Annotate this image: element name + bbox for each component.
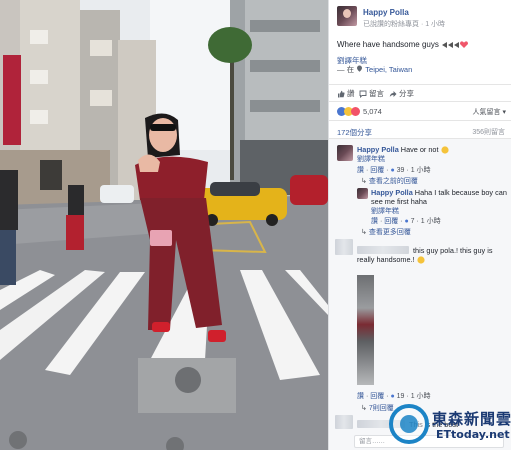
comment-author[interactable]: Happy Polla bbox=[357, 145, 399, 154]
comment-meta: 讚 · 回覆 · ● 39 · 1 小時 bbox=[357, 167, 431, 174]
comment-bubble-icon bbox=[359, 90, 367, 98]
reply-body: Happy Polla Haha I talk because boy can … bbox=[371, 188, 507, 206]
comment-text: Have or not bbox=[400, 145, 439, 154]
comment-photo[interactable] bbox=[357, 275, 374, 385]
comment-body: this guy pola.! this guy is really hands… bbox=[357, 246, 507, 264]
thumbs-up-icon: ● bbox=[390, 393, 395, 400]
page-avatar[interactable] bbox=[337, 6, 357, 26]
comment-like-link[interactable]: 讚 bbox=[357, 393, 364, 400]
comment-reply-link[interactable]: 回覆 bbox=[370, 167, 384, 174]
share-button[interactable]: 分享 bbox=[389, 88, 414, 99]
reply-arrow-icon: ↳ bbox=[361, 178, 367, 185]
comment-time: 1 小時 bbox=[410, 167, 431, 174]
ettoday-logo-icon bbox=[389, 404, 429, 444]
view-previous-replies-label: 查看之前的回覆 bbox=[368, 178, 418, 185]
blurred-avatar bbox=[335, 415, 353, 429]
view-previous-replies[interactable]: ↳ 查看之前的回覆 bbox=[361, 176, 418, 186]
reply-avatar[interactable] bbox=[357, 188, 368, 199]
location-prefix: — 在 bbox=[337, 65, 355, 74]
comment-button-label: 留言 bbox=[369, 89, 384, 98]
reply-reply-link[interactable]: 回覆 bbox=[384, 218, 398, 225]
comment-like-link[interactable]: 讚 bbox=[357, 167, 364, 174]
thumbs-up-icon: ● bbox=[390, 167, 395, 174]
reply-time: 1 小時 bbox=[420, 218, 441, 225]
thumbs-up-icon bbox=[338, 90, 345, 97]
watermark-english: ETtoday.net bbox=[436, 428, 510, 441]
map-pin-icon bbox=[357, 65, 363, 72]
street-scene bbox=[0, 0, 328, 450]
post-caption: Where have handsome guys bbox=[337, 40, 469, 49]
reply-author[interactable]: Happy Polla bbox=[371, 188, 413, 197]
reply-arrow-icon: ↳ bbox=[361, 229, 367, 236]
post-header: Happy Polla 已說讚的粉絲專頁 · 1 小時 bbox=[337, 6, 507, 32]
share-arrow-icon bbox=[389, 90, 397, 97]
comment-avatar[interactable] bbox=[337, 145, 353, 161]
location-link[interactable]: Teipei, Taiwan bbox=[365, 65, 412, 74]
like-button-label: 讚 bbox=[347, 89, 355, 98]
page-name-link[interactable]: Happy Polla bbox=[363, 8, 409, 17]
comment-like-count: 39 bbox=[396, 167, 405, 174]
comment-tag-link[interactable]: 劉譯年糕 bbox=[357, 154, 385, 164]
view-more-replies-label: 查看更多回覆 bbox=[368, 229, 411, 236]
post-photo[interactable] bbox=[0, 0, 328, 450]
comment-time: 1 小時 bbox=[410, 393, 431, 400]
smile-emoji-icon bbox=[417, 256, 425, 264]
reply-meta: 讚 · 回覆 · ● 7 · 1 小時 bbox=[371, 218, 441, 225]
post-subtitle: 已說讚的粉絲專頁 · 1 小時 bbox=[363, 21, 446, 28]
pointing-hands-heart-icon bbox=[442, 41, 469, 49]
comments-count: 356則留言 bbox=[472, 129, 505, 136]
reply-like-count: 7 bbox=[410, 218, 415, 225]
shares-count-link[interactable]: 172個分享 bbox=[337, 127, 372, 138]
reply-like-link[interactable]: 讚 bbox=[371, 218, 378, 225]
comment-sort-dropdown[interactable]: 人氣留言 ▾ bbox=[473, 107, 506, 117]
love-reaction-icon bbox=[351, 107, 360, 116]
taxi bbox=[195, 182, 287, 226]
post-action-bar: 讚 留言 分享 bbox=[329, 84, 511, 102]
smile-emoji-icon bbox=[440, 146, 449, 154]
comment-reply-link[interactable]: 回覆 bbox=[370, 393, 384, 400]
like-button[interactable]: 讚 bbox=[337, 88, 355, 99]
comment-like-count: 19 bbox=[396, 393, 405, 400]
view-replies-label: 7則回覆 bbox=[368, 405, 394, 412]
caption-text: Where have handsome guys bbox=[337, 40, 439, 49]
comments-section: Happy Polla Have or not 劉譯年糕 讚 · 回覆 · ● … bbox=[329, 138, 511, 450]
comment-text: this guy pola.! this guy is really hands… bbox=[357, 246, 493, 264]
blurred-avatar bbox=[335, 239, 353, 255]
comment-meta: 讚 · 回覆 · ● 19 · 1 小時 bbox=[357, 393, 431, 400]
comment-body: Happy Polla Have or not bbox=[357, 145, 507, 154]
reply-arrow-icon: ↳ bbox=[361, 405, 367, 412]
thumbs-up-icon: ● bbox=[404, 218, 409, 225]
reaction-count: 5,074 bbox=[363, 107, 382, 116]
share-button-label: 分享 bbox=[399, 89, 414, 98]
comment-button[interactable]: 留言 bbox=[359, 88, 384, 99]
view-more-replies[interactable]: ↳ 查看更多回覆 bbox=[361, 227, 411, 237]
watermark-chinese: 東森新聞雲 bbox=[432, 410, 511, 428]
post-panel: Happy Polla 已說讚的粉絲專頁 · 1 小時 Where have h… bbox=[328, 0, 511, 450]
view-replies[interactable]: ↳ 7則回覆 bbox=[361, 403, 394, 413]
post-location: — 在 Teipei, Taiwan bbox=[337, 64, 412, 75]
reaction-summary[interactable]: 5,074 人氣留言 ▾ bbox=[329, 103, 511, 121]
reply-tag-link[interactable]: 劉譯年糕 bbox=[371, 206, 399, 216]
